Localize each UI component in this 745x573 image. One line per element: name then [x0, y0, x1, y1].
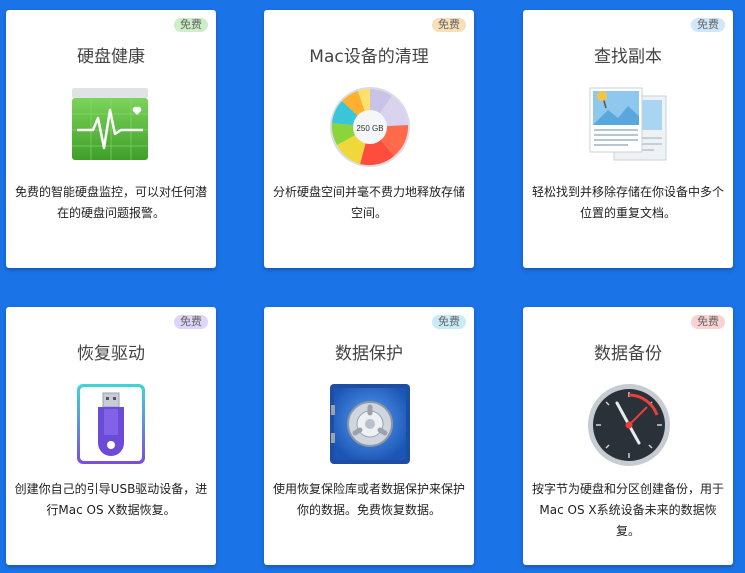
card-description: 创建你自己的引导USB驱动设备，进行Mac OS X数据恢复。 [14, 482, 208, 517]
pie-label: 250 GB [356, 124, 383, 133]
card-title: Mac设备的清理 [309, 47, 429, 67]
card-find-duplicates[interactable]: 免费 查找副本 轻松找到并移除存储在你设备中多个位置的重复文档。 [523, 10, 733, 268]
card-title: 硬盘健康 [77, 47, 145, 67]
free-badge: 免费 [174, 18, 208, 32]
free-badge: 免费 [691, 315, 725, 329]
backup-clock-icon [587, 383, 670, 466]
card-title: 数据保护 [335, 344, 403, 364]
disk-space-pie-icon: 250 GB [329, 86, 410, 167]
card-description: 轻松找到并移除存储在你设备中多个位置的重复文档。 [531, 185, 724, 220]
card-title: 查找副本 [594, 47, 662, 67]
free-badge: 免费 [432, 18, 466, 32]
card-recovery-drive[interactable]: 免费 恢复驱动 创建你自己的引导USB驱动设备，进行Mac OS X数据恢复。 [6, 307, 216, 565]
card-description: 免费的智能硬盘监控，可以对任何潜在的硬盘问题报警。 [14, 185, 207, 220]
free-badge: 免费 [174, 315, 208, 329]
duplicate-files-icon [588, 86, 668, 166]
disk-health-icon [71, 86, 151, 166]
card-data-backup[interactable]: 免费 数据备份 按字节为硬盘和分区创建备份，用于Mac OS X系统设备未来的数… [523, 307, 733, 565]
safe-vault-icon [329, 383, 410, 464]
free-badge: 免费 [432, 315, 466, 329]
card-title: 数据备份 [594, 344, 662, 364]
card-description: 分析硬盘空间并毫不费力地释放存储空间。 [272, 185, 465, 220]
free-badge: 免费 [691, 18, 725, 32]
card-description: 使用恢复保险库或者数据保护来保护你的数据。免费恢复数据。 [272, 482, 465, 517]
card-description: 按字节为硬盘和分区创建备份，用于Mac OS X系统设备未来的数据恢复。 [531, 482, 724, 538]
card-disk-health[interactable]: 免费 硬盘健康 免费的智能硬盘监控，可以对任何潜在的硬盘问题报警。 [6, 10, 216, 268]
card-data-protection[interactable]: 免费 数据保护 使用恢复保险库或者数据保护来保护你的数据。免费恢复数据。 [264, 307, 474, 565]
card-mac-cleanup[interactable]: 免费 Mac设备的清理 250 GB 分析硬盘空间并毫不费力地释放存储空间。 [264, 10, 474, 268]
usb-drive-icon [76, 383, 156, 464]
card-title: 恢复驱动 [77, 344, 145, 364]
